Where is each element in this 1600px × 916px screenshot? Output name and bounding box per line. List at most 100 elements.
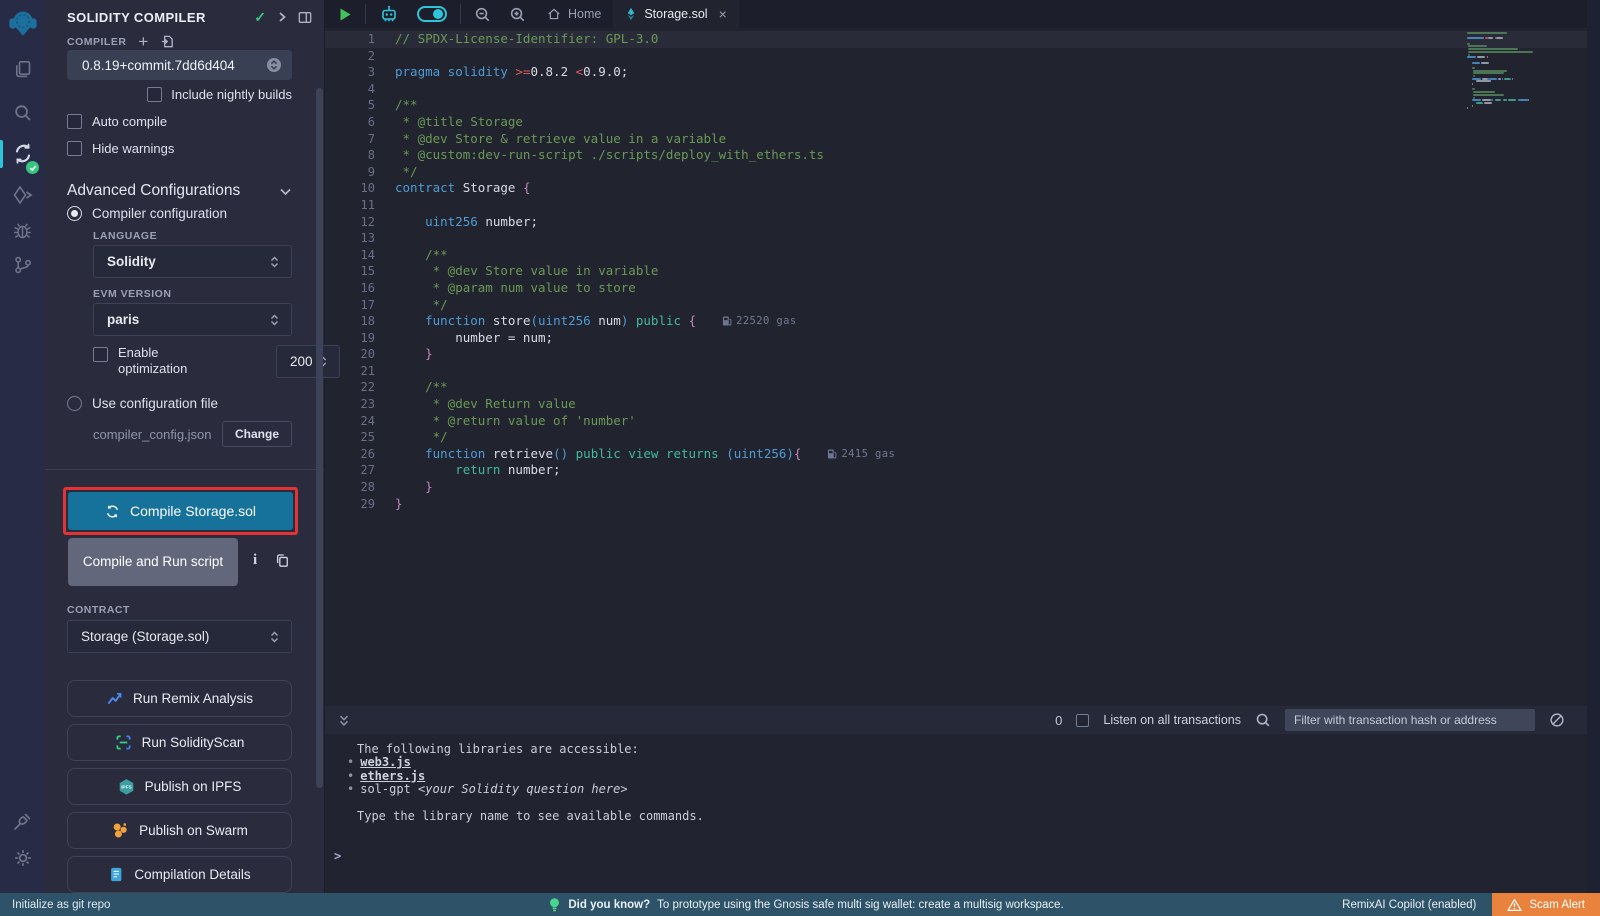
run-script-icon[interactable] — [325, 0, 361, 28]
solidity-compiler-icon[interactable] — [0, 138, 45, 172]
run-solidityscan-button[interactable]: Run SolidityScan — [67, 724, 292, 761]
code-line[interactable]: 13 — [325, 230, 1587, 247]
svg-text:IPFS: IPFS — [121, 784, 132, 790]
git-icon[interactable] — [0, 250, 45, 280]
code-line[interactable]: 29} — [325, 496, 1587, 513]
code-line[interactable]: 4 — [325, 81, 1587, 98]
include-nightly-checkbox[interactable] — [147, 87, 162, 102]
settings-icon[interactable] — [0, 843, 45, 873]
copilot-toggle[interactable] — [408, 0, 456, 28]
code-line[interactable]: 1 // SPDX-License-Identifier: GPL-3.0 — [325, 31, 1587, 48]
code-line[interactable]: 26 function retrieve() public view retur… — [325, 446, 1587, 463]
code-line[interactable]: 27 return number; — [325, 462, 1587, 479]
code-line[interactable]: 5/** — [325, 97, 1587, 114]
code-line[interactable]: 28 } — [325, 479, 1587, 496]
publish-swarm-button[interactable]: Publish on Swarm — [67, 812, 292, 849]
code-line[interactable]: 3pragma solidity >=0.8.2 <0.9.0; — [325, 64, 1587, 81]
code-line[interactable]: 6 * @title Storage — [325, 114, 1587, 131]
zoom-out-icon[interactable] — [465, 0, 500, 28]
clear-console-icon[interactable] — [1549, 712, 1565, 728]
close-tab-icon[interactable]: × — [719, 6, 727, 22]
git-init-status[interactable]: Initialize as git repo — [0, 899, 548, 911]
publish-ipfs-button[interactable]: IPFSPublish on IPFS — [67, 768, 292, 805]
change-config-button[interactable]: Change — [222, 421, 292, 447]
compile-and-run-button[interactable]: Compile and Run script — [68, 538, 238, 586]
minimap[interactable] — [1467, 32, 1547, 110]
file-explorer-icon[interactable] — [0, 54, 45, 84]
tab-storage-sol[interactable]: Storage.sol × — [613, 0, 738, 28]
include-nightly-label: Include nightly builds — [171, 87, 292, 102]
line-content: /** — [395, 379, 448, 396]
info-icon[interactable]: i — [253, 551, 257, 569]
copilot-status[interactable]: RemixAI Copilot (enabled) — [1342, 899, 1476, 911]
debugger-icon[interactable] — [0, 215, 45, 245]
code-line[interactable]: 10contract Storage { — [325, 180, 1587, 197]
pin-panel-icon[interactable] — [298, 11, 312, 24]
panel-scrollbar[interactable] — [316, 88, 323, 788]
optimization-runs-input[interactable]: 200 — [276, 345, 340, 378]
code-line[interactable]: 11 — [325, 197, 1587, 214]
add-custom-compiler-icon[interactable]: + — [138, 33, 148, 50]
library-link[interactable]: ethers.js — [360, 769, 425, 783]
terminal-panel: 0 Listen on all transactions The followi… — [325, 706, 1587, 893]
evm-version-select[interactable]: paris — [93, 303, 292, 336]
remix-logo[interactable] — [0, 6, 45, 42]
code-line[interactable]: 22 /** — [325, 379, 1587, 396]
advanced-configurations-toggle[interactable]: Advanced Configurations — [67, 182, 292, 200]
compile-button[interactable]: Compile Storage.sol — [68, 492, 293, 530]
code-line[interactable]: 18 function store(uint256 num) public {2… — [325, 313, 1587, 330]
hide-warnings-checkbox[interactable] — [67, 141, 82, 156]
code-line[interactable]: 14 /** — [325, 247, 1587, 264]
line-number: 3 — [325, 64, 375, 81]
import-compiler-icon[interactable] — [160, 34, 175, 49]
scam-alert-button[interactable]: Scam Alert — [1492, 893, 1600, 916]
code-line[interactable]: 25 */ — [325, 429, 1587, 446]
line-content: } — [395, 479, 433, 496]
copy-icon[interactable] — [275, 553, 289, 573]
contract-select[interactable]: Storage (Storage.sol) — [67, 620, 292, 653]
compile-success-badge — [26, 161, 39, 174]
library-link[interactable]: web3.js — [360, 755, 411, 769]
chevron-right-icon[interactable] — [276, 11, 288, 23]
compiler-actions: Run Remix AnalysisRun SolidityScanIPFSPu… — [67, 680, 292, 900]
code-line[interactable]: 19 number = num; — [325, 330, 1587, 347]
code-line[interactable]: 16 * @param num value to store — [325, 280, 1587, 297]
toolbar-divider — [460, 4, 461, 24]
compilation-details-button[interactable]: Compilation Details — [67, 856, 292, 893]
use-configuration-file-radio[interactable]: Use configuration file — [67, 396, 292, 411]
plugin-manager-icon[interactable] — [0, 806, 45, 836]
code-line[interactable]: 15 * @dev Store value in variable — [325, 263, 1587, 280]
code-editor[interactable]: 1 // SPDX-License-Identifier: GPL-3.023pr… — [325, 28, 1587, 512]
auto-compile-checkbox[interactable] — [67, 114, 82, 129]
compiler-version-select[interactable]: 0.8.19+commit.7dd6d404 — [67, 50, 292, 80]
collapse-terminal-icon[interactable] — [335, 713, 353, 728]
compiler-configuration-radio[interactable]: Compiler configuration — [67, 206, 292, 221]
code-line[interactable]: 2 — [325, 48, 1587, 65]
terminal-prompt[interactable]: > — [334, 850, 1587, 863]
code-line[interactable]: 12 uint256 number; — [325, 214, 1587, 231]
line-content: // SPDX-License-Identifier: GPL-3.0 — [395, 31, 658, 48]
listen-transactions-checkbox[interactable] — [1076, 714, 1089, 727]
language-select[interactable]: Solidity — [93, 245, 292, 278]
search-icon[interactable] — [0, 98, 45, 128]
auto-compile-label: Auto compile — [92, 114, 167, 129]
run-remix-analysis-button[interactable]: Run Remix Analysis — [67, 680, 292, 717]
code-line[interactable]: 9 */ — [325, 164, 1587, 181]
code-line[interactable]: 24 * @return value of 'number' — [325, 413, 1587, 430]
code-line[interactable]: 20 } — [325, 346, 1587, 363]
terminal-output[interactable]: The following libraries are accessible:•… — [325, 734, 1587, 863]
deploy-run-icon[interactable] — [0, 180, 45, 210]
code-line[interactable]: 21 — [325, 363, 1587, 380]
line-number: 1 — [325, 31, 375, 48]
line-number: 18 — [325, 313, 375, 330]
code-line[interactable]: 17 */ — [325, 297, 1587, 314]
ai-copilot-robot-icon[interactable] — [370, 0, 408, 28]
tab-home[interactable]: Home — [535, 0, 613, 28]
line-number: 14 — [325, 247, 375, 264]
zoom-in-icon[interactable] — [500, 0, 535, 28]
transaction-filter-input[interactable] — [1285, 709, 1535, 731]
code-line[interactable]: 23 * @dev Return value — [325, 396, 1587, 413]
code-line[interactable]: 7 * @dev Store & retrieve value in a var… — [325, 131, 1587, 148]
enable-optimization-checkbox[interactable] — [93, 347, 108, 362]
code-line[interactable]: 8 * @custom:dev-run-script ./scripts/dep… — [325, 147, 1587, 164]
